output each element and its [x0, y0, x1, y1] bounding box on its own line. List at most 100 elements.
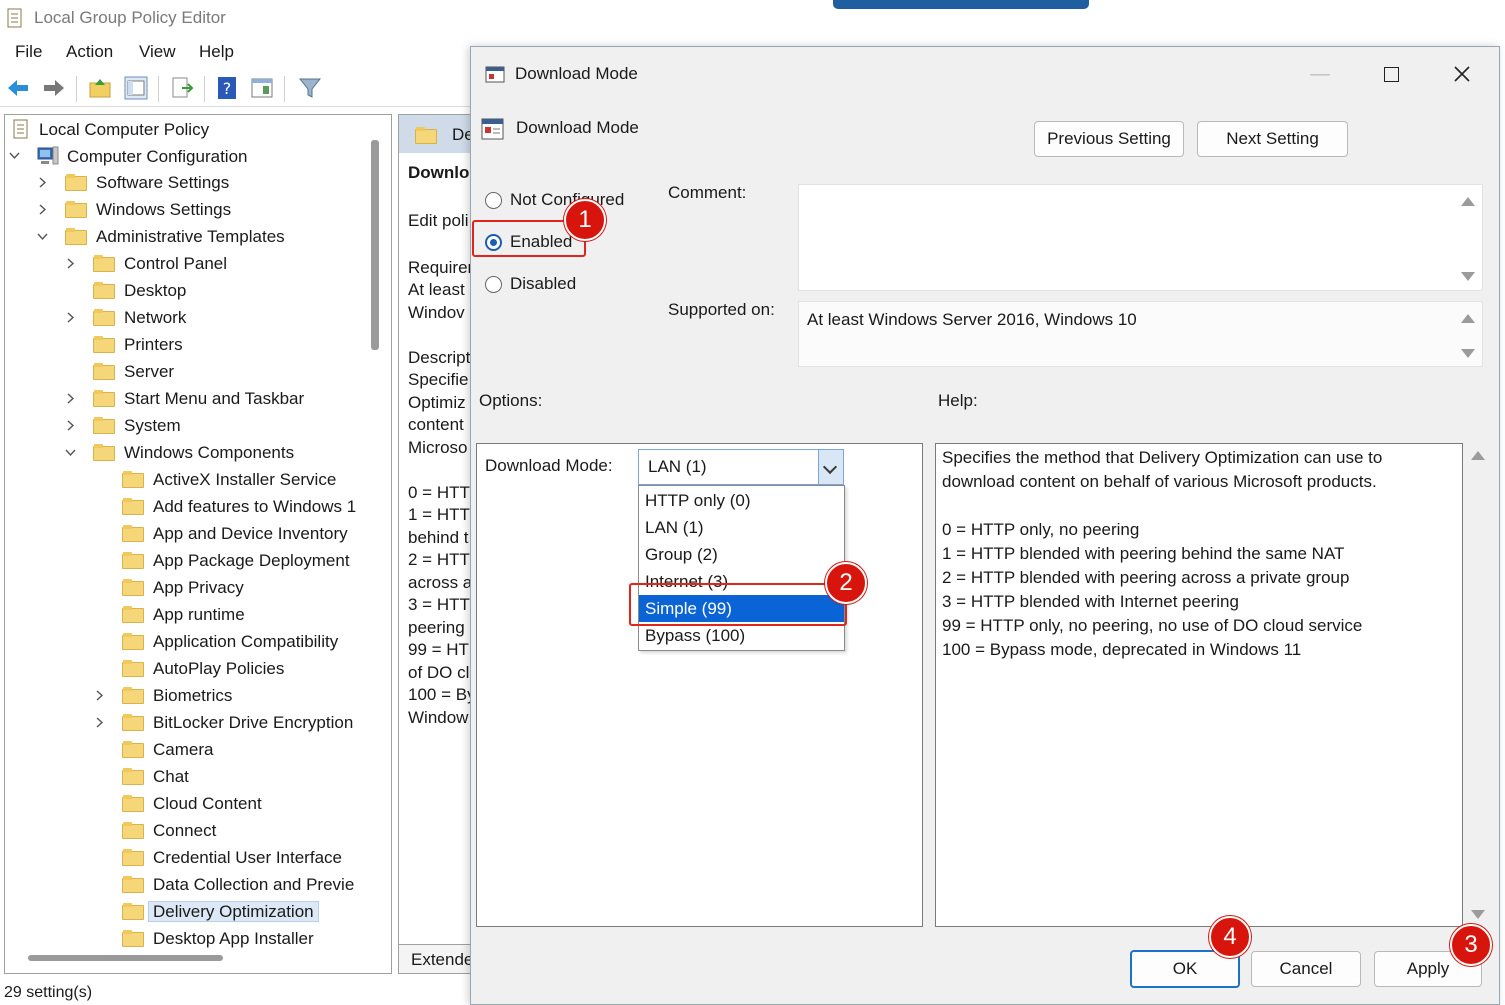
- tree-item[interactable]: Chat: [122, 767, 189, 794]
- chevron-right-icon[interactable]: [64, 419, 78, 433]
- toolbar-separator: [76, 76, 77, 102]
- cancel-button[interactable]: Cancel: [1251, 951, 1361, 987]
- tree-item[interactable]: Data Collection and Previe: [122, 875, 354, 902]
- tree-root[interactable]: Local Computer Policy: [11, 119, 209, 146]
- export-list-icon[interactable]: [170, 76, 194, 100]
- tree-item[interactable]: Credential User Interface: [122, 848, 342, 875]
- forward-arrow-icon[interactable]: [42, 76, 66, 100]
- close-icon: [1454, 66, 1470, 82]
- previous-setting-button[interactable]: Previous Setting: [1034, 121, 1184, 157]
- minimize-button[interactable]: —: [1293, 57, 1347, 91]
- dropdown-button[interactable]: [818, 450, 843, 484]
- dialog-title: Download Mode: [515, 64, 638, 83]
- chevron-down-icon[interactable]: [64, 446, 78, 460]
- tree-item[interactable]: Computer Configuration: [9, 146, 247, 173]
- tree-item[interactable]: Camera: [122, 740, 213, 767]
- tree-item[interactable]: App Privacy: [122, 578, 244, 605]
- option-group[interactable]: Group (2): [639, 541, 844, 568]
- tree-pane[interactable]: Local Computer Policy Computer Configura…: [4, 114, 392, 974]
- tree-item[interactable]: Connect: [122, 821, 216, 848]
- edit-policy-link[interactable]: Edit poli: [408, 211, 468, 231]
- help-icon[interactable]: ?: [216, 76, 240, 100]
- properties-icon[interactable]: [250, 76, 274, 100]
- tree-item[interactable]: Desktop App Installer: [122, 929, 314, 956]
- tree-item[interactable]: Cloud Content: [122, 794, 262, 821]
- chevron-down-icon[interactable]: [8, 149, 22, 163]
- download-mode-listbox[interactable]: HTTP only (0) LAN (1) Group (2) Internet…: [638, 485, 845, 651]
- details-text-line: At least: [408, 280, 465, 299]
- show-hide-tree-icon[interactable]: [124, 76, 148, 100]
- tree-item[interactable]: Biometrics: [96, 686, 232, 713]
- tree-item[interactable]: App runtime: [122, 605, 245, 632]
- tree-item[interactable]: Software Settings: [39, 173, 229, 200]
- chevron-right-icon[interactable]: [64, 392, 78, 406]
- tree-item[interactable]: ActiveX Installer Service: [122, 470, 336, 497]
- menu-view[interactable]: View: [139, 42, 176, 62]
- chevron-right-icon[interactable]: [93, 716, 107, 730]
- folder-icon: [122, 768, 144, 785]
- tree-item[interactable]: Desktop: [93, 281, 186, 308]
- folder-icon: [65, 174, 87, 191]
- chevron-down-icon: [822, 459, 838, 475]
- tree-item[interactable]: Printers: [93, 335, 183, 362]
- comment-textbox[interactable]: [798, 184, 1483, 291]
- tree-item[interactable]: Windows Components: [65, 443, 294, 470]
- scroll-down-icon[interactable]: [1461, 272, 1475, 281]
- tree-item[interactable]: AutoPlay Policies: [122, 659, 284, 686]
- next-setting-button[interactable]: Next Setting: [1197, 121, 1348, 157]
- folder-icon: [93, 309, 115, 326]
- radio-not-configured[interactable]: Not Configured: [485, 190, 624, 210]
- chevron-right-icon[interactable]: [64, 257, 78, 271]
- tree-item[interactable]: Control Panel: [67, 254, 227, 281]
- details-text-line: Microso: [408, 438, 468, 457]
- tree-item[interactable]: Delivery Optimization: [122, 901, 319, 929]
- maximize-button[interactable]: [1364, 57, 1418, 91]
- svg-text:?: ?: [223, 79, 232, 98]
- tree-item[interactable]: Add features to Windows 1: [122, 497, 356, 524]
- chevron-right-icon[interactable]: [64, 311, 78, 325]
- filter-icon[interactable]: [298, 76, 322, 100]
- details-text-line: 100 = By: [408, 685, 476, 704]
- tree-item-label: Camera: [153, 740, 214, 759]
- folder-icon: [122, 525, 144, 542]
- menu-file[interactable]: File: [15, 42, 42, 62]
- option-http-only[interactable]: HTTP only (0): [639, 487, 844, 514]
- scroll-down-icon[interactable]: [1471, 910, 1485, 919]
- tree-vertical-scrollbar[interactable]: [371, 140, 379, 350]
- option-bypass[interactable]: Bypass (100): [639, 622, 844, 649]
- tree-item-label: System: [124, 416, 181, 435]
- menu-action[interactable]: Action: [66, 42, 113, 62]
- chevron-right-icon[interactable]: [36, 203, 50, 217]
- download-mode-select[interactable]: LAN (1): [638, 449, 844, 485]
- close-button[interactable]: [1436, 57, 1490, 91]
- tree-horizontal-scrollbar[interactable]: [28, 955, 223, 961]
- tree-item[interactable]: Windows Settings: [39, 200, 231, 227]
- tree-item[interactable]: App and Device Inventory: [122, 524, 348, 551]
- chevron-right-icon[interactable]: [36, 176, 50, 190]
- scroll-up-icon[interactable]: [1461, 197, 1475, 206]
- tree-item[interactable]: Administrative Templates: [37, 227, 285, 254]
- option-lan[interactable]: LAN (1): [639, 514, 844, 541]
- tree-item[interactable]: System: [67, 416, 181, 443]
- radio-disabled[interactable]: Disabled: [485, 274, 576, 294]
- folder-icon: [122, 552, 144, 569]
- radio-circle: [485, 275, 502, 293]
- scroll-up-icon[interactable]: [1461, 314, 1475, 323]
- tree-item[interactable]: Server: [93, 362, 174, 389]
- tree-item[interactable]: Start Menu and Taskbar: [67, 389, 304, 416]
- scroll-down-icon[interactable]: [1461, 349, 1475, 358]
- chevron-right-icon[interactable]: [93, 689, 107, 703]
- back-arrow-icon[interactable]: [6, 76, 30, 100]
- chevron-down-icon[interactable]: [36, 230, 50, 244]
- radio-disabled-label: Disabled: [510, 274, 577, 293]
- folder-icon: [122, 876, 144, 893]
- menu-help[interactable]: Help: [199, 42, 234, 62]
- tree-item[interactable]: BitLocker Drive Encryption: [96, 713, 353, 740]
- tree-item-label: Chat: [153, 767, 189, 786]
- up-folder-icon[interactable]: [88, 76, 112, 100]
- tree-item[interactable]: Application Compatibility: [122, 632, 338, 659]
- folder-icon: [65, 228, 87, 245]
- scroll-up-icon[interactable]: [1471, 451, 1485, 460]
- tree-item[interactable]: App Package Deployment: [122, 551, 350, 578]
- tree-item[interactable]: Network: [67, 308, 186, 335]
